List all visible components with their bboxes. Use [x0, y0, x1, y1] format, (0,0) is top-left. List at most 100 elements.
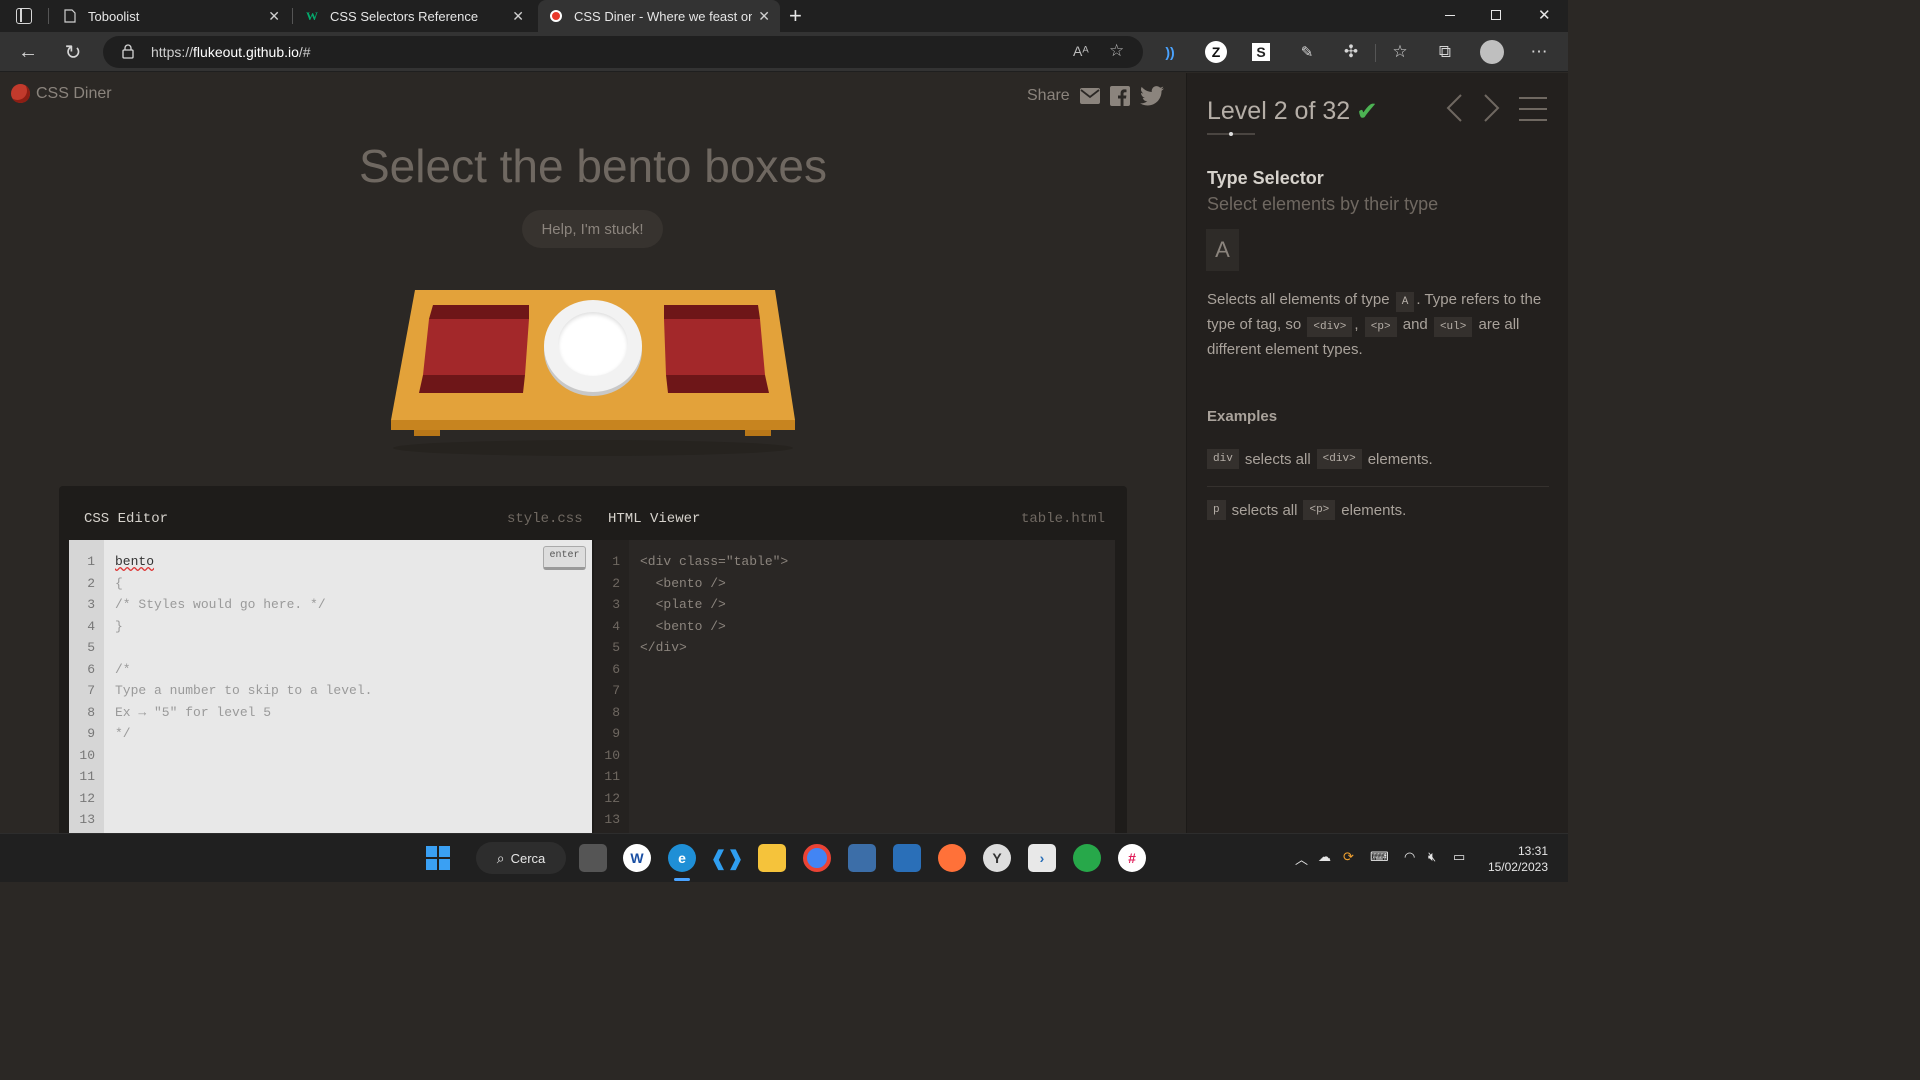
slack-icon[interactable]: # — [1118, 844, 1146, 872]
selector-subtitle: Select elements by their type — [1207, 194, 1439, 214]
line-number: 1 — [87, 554, 95, 569]
plate[interactable] — [544, 300, 642, 392]
chrome-icon[interactable] — [803, 844, 831, 872]
firefox-icon[interactable] — [938, 844, 966, 872]
desc-text: Selects all elements of type — [1207, 291, 1390, 308]
search-label: Cerca — [510, 850, 546, 866]
twitter-icon[interactable] — [1139, 86, 1164, 106]
line-number: 9 — [612, 726, 620, 741]
close-window-icon[interactable]: ✕ — [1538, 6, 1551, 24]
terminal-icon[interactable]: › — [1028, 844, 1056, 872]
lock-icon[interactable] — [122, 44, 134, 59]
minimize-icon[interactable] — [1445, 15, 1455, 16]
enter-button[interactable]: enter — [543, 546, 586, 570]
tab-css-diner[interactable]: CSS Diner - Where we feast on C ✕ — [538, 0, 780, 32]
system-clock[interactable]: 13:31 15/02/2023 — [1480, 843, 1548, 875]
line-number: 12 — [79, 790, 95, 806]
css-editor[interactable]: 1 bento 2 {3 /* Styles would go here. */ 4} 5 6… — [69, 540, 592, 833]
level-indicator[interactable]: Level 2 of 32 ✔ — [1207, 96, 1378, 127]
extension-sound-icon[interactable]: )) — [1158, 40, 1182, 64]
css-diner-favicon — [548, 8, 564, 24]
remote-desktop-icon[interactable] — [893, 844, 921, 872]
bento-box[interactable] — [419, 305, 529, 393]
battery-icon[interactable]: ▭ — [1453, 849, 1465, 865]
more-options-icon[interactable]: ⋯ — [1527, 40, 1551, 64]
logo-text: CSS Diner — [36, 84, 112, 102]
example-code: div — [1207, 449, 1239, 469]
code-line: <bento /> — [640, 575, 726, 591]
code-line: Type a number to skip to a level. — [115, 683, 373, 698]
w3schools-icon: W — [306, 8, 318, 23]
line-number: 4 — [612, 618, 620, 634]
volume-muted-icon[interactable]: 🔇︎ — [1428, 849, 1436, 865]
collections-icon[interactable]: ⧉ — [1433, 40, 1457, 64]
line-number: 4 — [87, 618, 95, 634]
tab-actions-icon[interactable] — [16, 8, 32, 24]
windows-start-icon[interactable] — [424, 844, 452, 872]
task-view-icon[interactable] — [579, 844, 607, 872]
address-bar[interactable]: https://flukeout.github.io/# Aᴬ ☆ — [103, 36, 1143, 68]
line-number: 10 — [79, 747, 95, 763]
level-menu-icon[interactable] — [1519, 97, 1547, 130]
close-tab-icon[interactable]: ✕ — [758, 8, 770, 25]
profile-avatar[interactable] — [1480, 40, 1504, 64]
example-text: selects all — [1244, 450, 1311, 468]
facebook-icon[interactable] — [1109, 86, 1130, 106]
clock-time: 13:31 — [1517, 844, 1548, 858]
css-diner-logo[interactable]: CSS Diner — [11, 84, 112, 103]
line-number: 3 — [87, 597, 95, 612]
taskbar-search[interactable]: ⌕ Cerca — [476, 842, 566, 874]
onedrive-icon[interactable]: ☁ — [1318, 849, 1331, 865]
favorites-icon[interactable]: ☆ — [1388, 40, 1412, 64]
help-button[interactable]: Help, I'm stuck! — [522, 210, 663, 248]
extensions-puzzle-icon[interactable]: ✣ — [1339, 40, 1363, 64]
yandex-icon[interactable]: Y — [983, 844, 1011, 872]
line-number: 6 — [612, 661, 620, 677]
edge-icon[interactable]: e — [668, 844, 696, 872]
read-aloud-icon[interactable]: Aᴬ — [1073, 43, 1089, 59]
restore-icon[interactable] — [1491, 10, 1501, 20]
extension-zotero-icon[interactable]: Z — [1204, 40, 1228, 64]
extension-pen-icon[interactable]: ✎ — [1295, 40, 1319, 64]
show-hidden-icons[interactable]: ︿ — [1295, 849, 1308, 868]
line-number: 12 — [604, 790, 620, 806]
level-progress-bar — [1207, 132, 1255, 136]
url-scheme: https:// — [151, 44, 194, 60]
next-level-icon[interactable] — [1483, 93, 1501, 130]
page-icon — [62, 8, 78, 24]
tab-css-selectors-reference[interactable]: W CSS Selectors Reference ✕ — [294, 0, 534, 32]
examples-title: Examples — [1207, 408, 1278, 425]
back-icon[interactable]: ← — [16, 40, 40, 64]
line-number: 7 — [87, 683, 95, 698]
line-number: 5 — [87, 640, 95, 655]
checkmark-icon: ✔ — [1356, 96, 1378, 126]
sync-icon[interactable]: ⟳ — [1343, 849, 1354, 865]
new-tab-button[interactable]: + — [789, 3, 802, 29]
url-path: /# — [298, 44, 311, 60]
css-input-line[interactable]: bento — [115, 554, 154, 569]
game-area: CSS Diner Share Select the bento boxes H… — [0, 73, 1186, 833]
browser-toolbar: ← ↻ https://flukeout.github.io/# Aᴬ ☆ ))… — [0, 32, 1568, 72]
tab-toboolist[interactable]: Toboolist ✕ — [52, 0, 290, 32]
file-explorer-icon[interactable] — [758, 844, 786, 872]
wifi-icon[interactable]: ◠ — [1404, 849, 1415, 865]
close-tab-icon[interactable]: ✕ — [512, 8, 524, 25]
selector-syntax: A — [1206, 229, 1239, 271]
add-favorite-icon[interactable]: ☆ — [1109, 41, 1124, 61]
app-w-icon[interactable]: W — [623, 844, 651, 872]
logo-plate-icon — [11, 84, 30, 103]
reload-icon[interactable]: ↻ — [61, 40, 85, 64]
app-blue-icon[interactable] — [848, 844, 876, 872]
vscode-icon[interactable]: ❰❱ — [710, 844, 744, 872]
close-tab-icon[interactable]: ✕ — [268, 8, 280, 25]
keyboard-icon[interactable]: ⌨ — [1370, 849, 1389, 865]
line-number: 10 — [604, 747, 620, 763]
evernote-icon[interactable] — [1073, 844, 1101, 872]
email-icon[interactable] — [1079, 86, 1100, 106]
bento-box[interactable] — [664, 305, 769, 393]
line-number: 1 — [612, 554, 620, 569]
css-editor-filename: style.css — [507, 511, 583, 527]
line-number: 13 — [79, 812, 95, 827]
previous-level-icon[interactable] — [1445, 93, 1463, 130]
extension-s-icon[interactable]: S — [1249, 40, 1273, 64]
